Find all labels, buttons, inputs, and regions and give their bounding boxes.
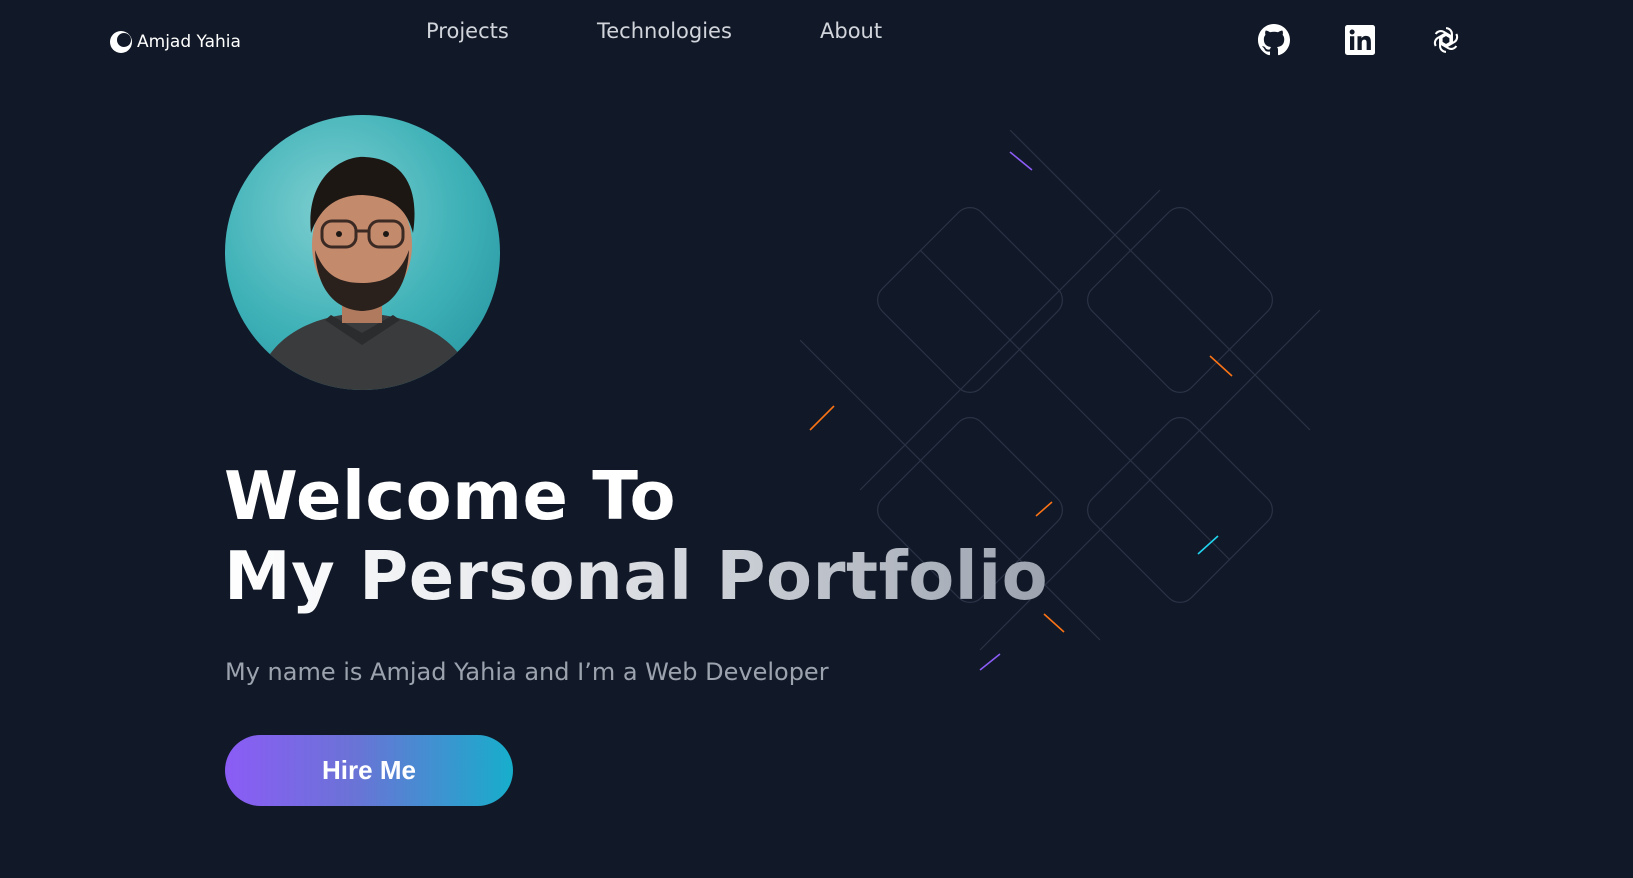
hero-headline: Welcome To My Personal Portfolio — [224, 456, 1048, 616]
github-link[interactable] — [1256, 22, 1292, 58]
brand-logo-link[interactable]: Amjad Yahia — [109, 30, 241, 54]
hero-subtitle: My name is Amjad Yahia and I’m a Web Dev… — [225, 658, 829, 686]
nav-link-technologies[interactable]: Technologies — [597, 19, 732, 43]
crescent-logo-icon — [110, 31, 132, 53]
linkedin-icon — [1345, 25, 1375, 55]
brand-name: Amjad Yahia — [137, 32, 241, 52]
social-links — [1256, 22, 1478, 58]
openai-icon — [1433, 27, 1459, 53]
top-navigation: Amjad Yahia Projects Technologies About — [0, 0, 1633, 80]
linkedin-link[interactable] — [1342, 22, 1378, 58]
nav-link-about[interactable]: About — [820, 19, 882, 43]
headline-line-1: Welcome To — [224, 457, 677, 535]
nav-link-projects[interactable]: Projects — [426, 19, 509, 43]
profile-photo — [225, 115, 500, 390]
github-icon — [1258, 24, 1290, 56]
openai-link[interactable] — [1428, 22, 1464, 58]
avatar — [225, 115, 500, 390]
headline-line-2: My Personal Portfolio — [224, 537, 1049, 615]
hire-me-button[interactable]: Hire Me — [225, 735, 513, 806]
